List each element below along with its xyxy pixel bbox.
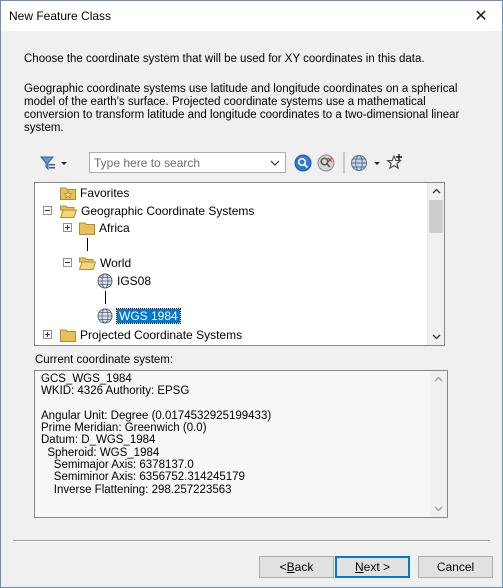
search-icon[interactable]: [293, 153, 313, 173]
globe-icon: [97, 273, 113, 288]
toolbar-divider: [343, 152, 345, 173]
close-icon[interactable]: ✕: [464, 4, 498, 28]
filter-icon[interactable]: [37, 152, 71, 173]
tree-item-label-selected: WGS 1984: [116, 307, 181, 324]
current-system-details[interactable]: GCS_WGS_1984 WKID: 4326 Authority: EPSG …: [34, 370, 448, 518]
open-folder-icon: [60, 205, 77, 218]
tree-item-label: Projected Coordinate Systems: [80, 327, 243, 342]
open-folder-icon: [79, 257, 96, 270]
expand-icon[interactable]: [43, 330, 52, 339]
tree-item-projected[interactable]: Projected Coordinate Systems: [60, 326, 242, 343]
title-bar: New Feature Class ✕: [1, 1, 502, 31]
detail-line: Inverse Flattening: 298.257223563: [41, 483, 232, 496]
current-system-label: Current coordinate system:: [35, 354, 174, 366]
tree-item-wgs-1984[interactable]: WGS 1984: [97, 307, 181, 324]
detail-line: Datum: D_WGS_1984: [41, 434, 156, 447]
chevron-down-icon[interactable]: [430, 501, 446, 517]
details-scrollbar[interactable]: [430, 371, 447, 517]
detail-line: WKID: 4326 Authority: EPSG: [41, 385, 190, 398]
coordinate-system-tree: Favorites Geographic Coordinate Systems …: [34, 182, 445, 346]
tree-item-label: Favorites: [80, 185, 130, 200]
description-text: Geographic coordinate systems use latitu…: [24, 83, 460, 134]
chevron-up-icon[interactable]: [428, 183, 444, 199]
tree-item-world[interactable]: World: [79, 254, 131, 271]
back-mnemonic: B: [286, 560, 295, 574]
next-button[interactable]: Next >: [335, 556, 410, 578]
separator: [13, 540, 490, 542]
tree-item-favorites[interactable]: Favorites: [60, 184, 129, 201]
tree-connector: [87, 238, 88, 251]
chevron-down-icon[interactable]: [269, 157, 281, 169]
tree-scrollbar[interactable]: [427, 183, 444, 345]
detail-line: Semiminor Axis: 6356752.314245179: [41, 471, 245, 484]
next-rest: ext >: [363, 560, 391, 574]
dialog-content: Choose the coordinate system that will b…: [1, 31, 502, 587]
tree-item-geographic[interactable]: Geographic Coordinate Systems: [60, 202, 254, 219]
detail-line: Angular Unit: Degree (0.0174532925199433…: [41, 409, 272, 422]
collapse-icon[interactable]: [63, 258, 72, 267]
tree-item-label: World: [100, 255, 132, 270]
new-feature-class-dialog: New Feature Class ✕ Choose the coordinat…: [0, 0, 503, 588]
globe-icon: [97, 308, 113, 323]
star-folder-icon: [60, 187, 76, 200]
cancel-button[interactable]: Cancel: [418, 556, 493, 578]
chevron-up-icon[interactable]: [430, 371, 446, 387]
back-rest: ack: [294, 560, 314, 574]
tree-item-label: IGS08: [117, 273, 152, 288]
tree-item-label: Geographic Coordinate Systems: [81, 203, 255, 218]
tree-item-igs08[interactable]: IGS08: [97, 272, 151, 289]
detail-line: Spheroid: WGS_1984: [41, 446, 160, 459]
coordinate-toolbar: [37, 152, 477, 174]
clear-search-icon[interactable]: [316, 153, 336, 173]
search-box: [89, 152, 286, 173]
detail-line: Prime Meridian: Greenwich (0.0): [41, 422, 207, 435]
tree-item-label: Africa: [99, 220, 130, 235]
window-title: New Feature Class: [9, 9, 112, 23]
expand-icon[interactable]: [63, 223, 72, 232]
scroll-thumb[interactable]: [429, 200, 443, 233]
detail-line: [41, 398, 271, 410]
folder-icon: [60, 329, 76, 342]
folder-icon: [79, 222, 95, 235]
collapse-icon[interactable]: [43, 206, 52, 215]
add-favorite-icon[interactable]: [385, 152, 405, 172]
globe-icon[interactable]: [349, 153, 385, 173]
tree-item-africa[interactable]: Africa: [79, 219, 130, 236]
detail-line: Semimajor Axis: 6378137.0: [41, 459, 194, 472]
search-input[interactable]: [90, 153, 265, 172]
details-text: GCS_WGS_1984 WKID: 4326 Authority: EPSG …: [41, 373, 271, 496]
intro-text: Choose the coordinate system that will b…: [24, 53, 425, 65]
back-prefix: <: [279, 560, 287, 574]
tree-connector: [105, 291, 106, 304]
detail-line: GCS_WGS_1984: [41, 373, 132, 385]
chevron-down-icon[interactable]: [428, 329, 444, 345]
back-button[interactable]: < Back: [259, 556, 334, 578]
next-mnemonic: N: [354, 560, 364, 574]
